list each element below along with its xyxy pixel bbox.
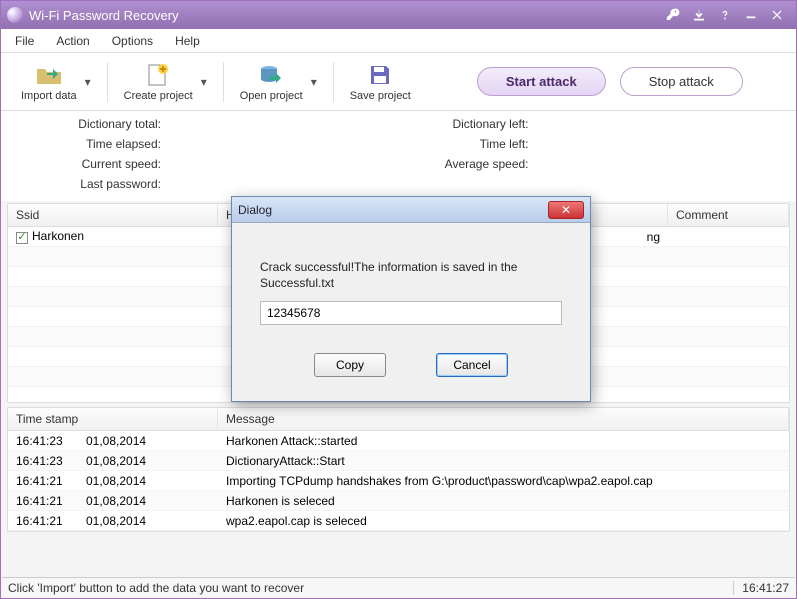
ssid-cell: Harkonen — [32, 229, 84, 243]
dialog: Dialog ✕ Crack successful!The informatio… — [231, 196, 591, 402]
table-row[interactable]: 16:41:2101,08,2014Harkonen is seleced — [8, 491, 789, 511]
key-icon[interactable] — [660, 5, 686, 25]
log-message: Harkonen Attack::started — [218, 432, 789, 450]
log-date: 01,08,2014 — [78, 472, 218, 490]
dialog-result-input[interactable] — [260, 301, 562, 325]
menu-options[interactable]: Options — [112, 34, 153, 48]
log-time: 16:41:21 — [8, 492, 78, 510]
log-date: 01,08,2014 — [78, 452, 218, 470]
open-dropdown-icon[interactable]: ▾ — [309, 75, 319, 89]
close-icon[interactable] — [764, 5, 790, 25]
dialog-close-button[interactable]: ✕ — [548, 201, 584, 219]
help-icon[interactable] — [712, 5, 738, 25]
toolbar: Import data ▾ Create project ▾ Open proj… — [1, 53, 796, 111]
log-time: 16:41:21 — [8, 512, 78, 530]
save-icon — [366, 62, 394, 88]
log-message: DictionaryAttack::Start — [218, 452, 789, 470]
log-message: wpa2.eapol.cap is seleced — [218, 512, 789, 530]
time-elapsed-label: Time elapsed: — [31, 137, 161, 151]
log-time: 16:41:23 — [8, 452, 78, 470]
start-attack-button[interactable]: Start attack — [477, 67, 606, 96]
create-project-button[interactable]: Create project — [118, 60, 199, 104]
current-speed-label: Current speed: — [31, 157, 161, 171]
time-left-label: Time left: — [399, 137, 529, 151]
minimize-icon[interactable] — [738, 5, 764, 25]
log-message: Importing TCPdump handshakes from G:\pro… — [218, 472, 789, 490]
log-message: Harkonen is seleced — [218, 492, 789, 510]
window-title: Wi-Fi Password Recovery — [29, 8, 660, 23]
titlebar: Wi-Fi Password Recovery — [1, 1, 796, 29]
menu-help[interactable]: Help — [175, 34, 200, 48]
stats-panel: Dictionary total: Time elapsed: Current … — [1, 111, 796, 201]
folder-import-icon — [35, 62, 63, 88]
save-project-button[interactable]: Save project — [344, 60, 417, 104]
col-message[interactable]: Message — [218, 408, 789, 430]
dict-left-label: Dictionary left: — [399, 117, 529, 131]
log-table: Time stamp Message 16:41:2301,08,2014Har… — [7, 407, 790, 532]
col-timestamp[interactable]: Time stamp — [8, 408, 218, 430]
menu-file[interactable]: File — [15, 34, 34, 48]
log-date: 01,08,2014 — [78, 432, 218, 450]
stop-attack-button[interactable]: Stop attack — [620, 67, 743, 96]
create-dropdown-icon[interactable]: ▾ — [199, 75, 209, 89]
status-clock: 16:41:27 — [733, 581, 789, 595]
dialog-message: Crack successful!The information is save… — [260, 259, 562, 291]
dialog-titlebar[interactable]: Dialog ✕ — [232, 197, 590, 223]
col-comment[interactable]: Comment — [668, 204, 789, 226]
file-new-icon — [144, 62, 172, 88]
log-date: 01,08,2014 — [78, 512, 218, 530]
log-time: 16:41:21 — [8, 472, 78, 490]
table-row[interactable]: 16:41:2101,08,2014wpa2.eapol.cap is sele… — [8, 511, 789, 531]
download-icon[interactable] — [686, 5, 712, 25]
dict-total-label: Dictionary total: — [31, 117, 161, 131]
log-date: 01,08,2014 — [78, 492, 218, 510]
log-table-header: Time stamp Message — [8, 408, 789, 431]
copy-button[interactable]: Copy — [314, 353, 386, 377]
table-row[interactable]: 16:41:2101,08,2014Importing TCPdump hand… — [8, 471, 789, 491]
last-password-label: Last password: — [31, 177, 161, 191]
open-project-button[interactable]: Open project — [234, 60, 309, 104]
import-dropdown-icon[interactable]: ▾ — [83, 75, 93, 89]
avg-speed-label: Average speed: — [399, 157, 529, 171]
table-row[interactable]: 16:41:2301,08,2014DictionaryAttack::Star… — [8, 451, 789, 471]
col-ssid[interactable]: Ssid — [8, 204, 218, 226]
menubar: File Action Options Help — [1, 29, 796, 53]
cancel-button[interactable]: Cancel — [436, 353, 508, 377]
statusbar: Click 'Import' button to add the data yo… — [2, 577, 795, 597]
app-icon — [7, 7, 23, 23]
status-hint: Click 'Import' button to add the data yo… — [8, 581, 304, 595]
menu-action[interactable]: Action — [56, 34, 89, 48]
log-time: 16:41:23 — [8, 432, 78, 450]
row-checkbox[interactable]: ✓ — [16, 232, 28, 244]
table-row[interactable]: 16:41:2301,08,2014Harkonen Attack::start… — [8, 431, 789, 451]
import-data-button[interactable]: Import data — [15, 60, 83, 104]
dialog-title: Dialog — [238, 203, 548, 217]
database-open-icon — [257, 62, 285, 88]
